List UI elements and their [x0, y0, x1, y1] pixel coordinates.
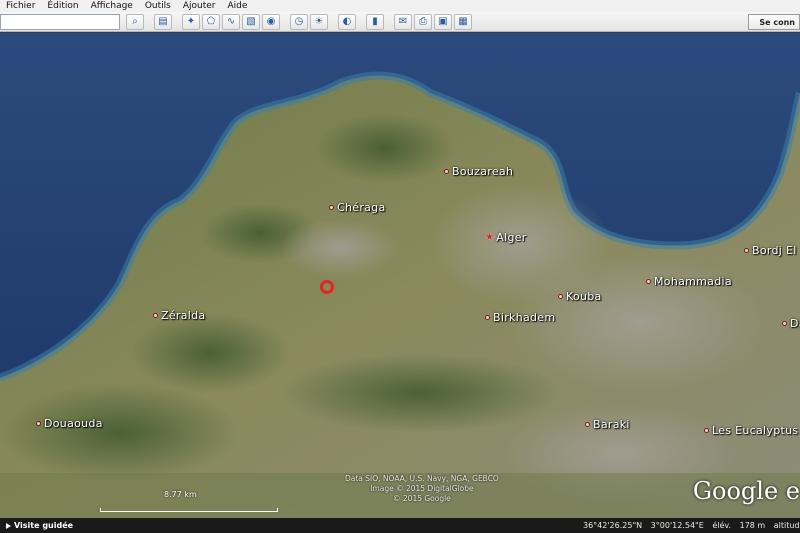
sunlight-button[interactable]: ☀	[310, 13, 328, 30]
menu-fichier[interactable]: Fichier	[0, 0, 41, 12]
ruler-icon: ▮	[372, 16, 378, 27]
place-label[interactable]: Birkhadem	[485, 311, 555, 324]
place-dot-icon	[444, 169, 449, 174]
place-label[interactable]: Baraki	[585, 418, 630, 431]
place-label[interactable]: Zéralda	[153, 309, 205, 322]
search-icon: ⌕	[132, 16, 138, 27]
maps-icon: ▦	[458, 16, 468, 27]
menu-affichage[interactable]: Affichage	[85, 0, 139, 12]
place-label[interactable]: Douaouda	[36, 417, 103, 430]
historical-imagery-icon: ◷	[294, 16, 304, 27]
place-dot-icon	[744, 248, 749, 253]
toolbar: ⌕ ▤ ✦ ⬠ ∿ ▧ ◉ ◷ ☀ ◐ ▮ ✉ ⎙ ▣ ▦ Se conn	[0, 12, 800, 32]
email-icon: ✉	[398, 16, 408, 27]
search-button[interactable]: ⌕	[126, 13, 144, 30]
ruler-button[interactable]: ▮	[366, 13, 384, 30]
email-button[interactable]: ✉	[394, 13, 412, 30]
altitude-label: altitude	[773, 521, 800, 530]
place-dot-icon	[36, 421, 41, 426]
place-dot-icon	[704, 428, 709, 433]
add-path-button[interactable]: ∿	[222, 13, 240, 30]
menu-edition[interactable]: Édition	[41, 0, 84, 12]
place-label[interactable]: Chéraga	[329, 201, 386, 214]
placemark-icon: ✦	[186, 16, 196, 27]
sign-in-button[interactable]: Se conn	[748, 14, 800, 30]
save-image-icon: ▣	[438, 16, 448, 27]
map-viewport[interactable]: Bouzareah Chéraga ★ Alger Zéralda Kouba B…	[0, 33, 800, 518]
longitude-value: 3°00'12.54"E	[650, 521, 704, 530]
google-logo: Google e	[692, 477, 800, 505]
scale-label: 8.77 km	[164, 490, 197, 499]
guided-tour-button[interactable]: Visite guidée	[0, 521, 73, 530]
place-dot-icon	[585, 422, 590, 427]
capital-star-icon: ★	[485, 232, 495, 243]
elevation-label: élév.	[712, 521, 732, 530]
place-label[interactable]: Bordj El	[744, 244, 797, 257]
tour-record-icon: ◉	[266, 16, 276, 27]
planets-icon: ◐	[342, 16, 352, 27]
place-label[interactable]: Da	[782, 317, 800, 330]
sunlight-icon: ☀	[314, 16, 324, 27]
add-overlay-button[interactable]: ▧	[242, 13, 260, 30]
view-in-maps-button[interactable]: ▦	[454, 13, 472, 30]
menu-outils[interactable]: Outils	[139, 0, 177, 12]
save-image-button[interactable]: ▣	[434, 13, 452, 30]
coordinates-readout: 36°42'26.25"N 3°00'12.54"E élév. 178 m a…	[583, 521, 800, 530]
place-dot-icon	[558, 294, 563, 299]
path-icon: ∿	[226, 16, 236, 27]
place-label[interactable]: Kouba	[558, 290, 602, 303]
elevation-value: 178 m	[739, 521, 766, 530]
scale-bar: 8.77 km	[100, 490, 278, 512]
overlay-icon: ▧	[246, 16, 256, 27]
play-icon	[6, 522, 11, 529]
planets-button[interactable]: ◐	[338, 13, 356, 30]
place-dot-icon	[782, 321, 787, 326]
place-dot-icon	[329, 205, 334, 210]
add-placemark-button[interactable]: ✦	[182, 13, 200, 30]
menu-ajouter[interactable]: Ajouter	[177, 0, 222, 12]
record-tour-button[interactable]: ◉	[262, 13, 280, 30]
place-label[interactable]: Mohammadia	[646, 275, 732, 288]
place-dot-icon	[646, 279, 651, 284]
latitude-value: 36°42'26.25"N	[583, 521, 643, 530]
status-bar: Visite guidée 36°42'26.25"N 3°00'12.54"E…	[0, 518, 800, 533]
place-label[interactable]: Les Eucalyptus	[704, 424, 798, 437]
place-dot-icon	[153, 313, 158, 318]
sidebar-icon: ▤	[158, 16, 168, 27]
polygon-icon: ⬠	[206, 16, 216, 27]
add-polygon-button[interactable]: ⬠	[202, 13, 220, 30]
historical-imagery-button[interactable]: ◷	[290, 13, 308, 30]
imagery-attribution: Data SIO, NOAA, U.S. Navy, NGA, GEBCO Im…	[345, 474, 499, 503]
print-icon: ⎙	[419, 16, 427, 27]
print-button[interactable]: ⎙	[414, 13, 432, 30]
place-label[interactable]: Bouzareah	[444, 165, 513, 178]
place-dot-icon	[485, 315, 490, 320]
menu-aide[interactable]: Aide	[222, 0, 254, 12]
place-label-capital[interactable]: ★ Alger	[485, 231, 527, 244]
menu-bar: Fichier Édition Affichage Outils Ajouter…	[0, 0, 800, 12]
sidebar-toggle-button[interactable]: ▤	[154, 13, 172, 30]
scale-line	[100, 508, 278, 512]
location-marker[interactable]	[320, 280, 334, 294]
search-input[interactable]	[0, 13, 120, 30]
